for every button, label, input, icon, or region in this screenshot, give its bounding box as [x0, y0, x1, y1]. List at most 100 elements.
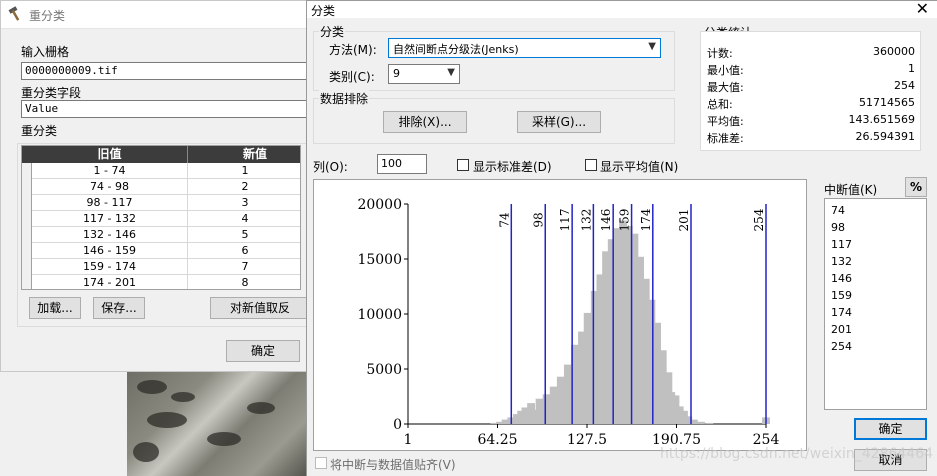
input-raster-field[interactable]: 0000000009.tif	[21, 62, 321, 80]
table-row[interactable]: 74 - 98 2	[22, 179, 300, 195]
new-value-cell[interactable]: 3	[188, 195, 300, 211]
row-handle[interactable]	[22, 259, 32, 275]
histogram-panel[interactable]: 0 5000 10000 15000 20000 1 64.25 127.5 190.75 254…	[313, 179, 807, 451]
classification-title: 分类	[311, 4, 336, 18]
row-header-corner	[22, 146, 32, 163]
break-values-label: 中断值(K)	[824, 183, 878, 197]
old-value-cell[interactable]: 132 - 146	[32, 227, 188, 243]
load-button[interactable]: 加载...	[29, 297, 81, 319]
table-row[interactable]: 117 - 132 4	[22, 211, 300, 227]
new-value-cell[interactable]: 1	[188, 163, 300, 179]
break-value-item[interactable]: 159	[831, 289, 852, 302]
classification-titlebar[interactable]: 分类 ✕	[307, 0, 937, 18]
stat-min: 最小值: 1	[707, 62, 915, 77]
row-handle[interactable]	[22, 195, 32, 211]
old-value-cell[interactable]: 146 - 159	[32, 243, 188, 259]
y-tick-label: 15000	[357, 252, 402, 268]
row-handle[interactable]	[22, 163, 32, 179]
classification-ok-button[interactable]: 确定	[854, 418, 927, 440]
stat-mean: 平均值: 143.651569	[707, 113, 915, 128]
save-button[interactable]: 保存...	[93, 297, 145, 319]
data-exclusion-title: 数据排除	[319, 90, 370, 107]
classes-dropdown[interactable]: 9 ▼	[388, 64, 460, 84]
old-value-cell[interactable]: 74 - 98	[32, 179, 188, 195]
chevron-down-icon: ▼	[447, 67, 455, 78]
old-value-cell[interactable]: 117 - 132	[32, 211, 188, 227]
stat-count: 计数: 360000	[707, 45, 915, 60]
x-tick-label: 64.25	[477, 432, 517, 448]
table-row[interactable]: 174 - 201 8	[22, 275, 300, 289]
classification-dialog: 分类 ✕ 分类 方法(M): 自然间断点分级法(Jenks) ▼ 类别(C): …	[306, 0, 937, 476]
old-value-cell[interactable]: 174 - 201	[32, 275, 188, 289]
break-value-item[interactable]: 74	[831, 204, 845, 217]
show-std-label: 显示标准差(D)	[473, 160, 552, 174]
break-line-label: 174	[639, 208, 653, 231]
new-value-cell[interactable]: 4	[188, 211, 300, 227]
old-value-cell[interactable]: 159 - 174	[32, 259, 188, 275]
row-handle[interactable]	[22, 179, 32, 195]
row-handle[interactable]	[22, 227, 32, 243]
table-row[interactable]: 159 - 174 7	[22, 259, 300, 275]
reclass-field-select[interactable]: Value	[21, 100, 321, 118]
method-label: 方法(M):	[329, 43, 377, 57]
show-mean-checkbox[interactable]	[585, 159, 597, 171]
snap-breaks-checkbox[interactable]	[315, 457, 327, 469]
histogram-bar	[696, 421, 705, 424]
reverse-new-values-button[interactable]: 对新值取反	[210, 297, 310, 319]
table-row[interactable]: 1 - 74 1	[22, 163, 300, 179]
reclass-table-label: 重分类	[21, 124, 58, 138]
reclassify-titlebar[interactable]: 重分类	[1, 1, 319, 29]
break-line-label: 201	[677, 209, 691, 232]
table-row[interactable]: 132 - 146 5	[22, 227, 300, 243]
classes-value: 9	[393, 67, 400, 80]
column-header-new[interactable]: 新值	[188, 146, 300, 163]
close-icon[interactable]: ✕	[916, 0, 929, 18]
input-raster-label: 输入栅格	[21, 45, 70, 59]
sampling-button[interactable]: 采样(G)...	[517, 111, 601, 133]
show-mean-label: 显示平均值(N)	[600, 160, 679, 174]
row-handle[interactable]	[22, 243, 32, 259]
new-value-cell[interactable]: 6	[188, 243, 300, 259]
break-value-item[interactable]: 98	[831, 221, 845, 234]
break-values-list[interactable]: 74 98 117 132 146 159 174 201 254	[824, 198, 927, 410]
break-value-item[interactable]: 117	[831, 238, 852, 251]
classes-label: 类别(C):	[329, 70, 375, 84]
reclassify-ok-button[interactable]: 确定	[226, 340, 300, 362]
new-value-cell[interactable]: 7	[188, 259, 300, 275]
break-line-label: 74	[497, 212, 511, 228]
table-row[interactable]: 98 - 117 3	[22, 195, 300, 211]
row-handle[interactable]	[22, 211, 32, 227]
table-header: 旧值 新值	[22, 146, 300, 163]
new-value-cell[interactable]: 8	[188, 275, 300, 289]
percent-button[interactable]: %	[905, 177, 927, 197]
column-header-old[interactable]: 旧值	[32, 146, 188, 163]
new-value-cell[interactable]: 2	[188, 179, 300, 195]
old-value-cell[interactable]: 98 - 117	[32, 195, 188, 211]
columns-input[interactable]: 100	[377, 154, 427, 174]
break-value-item[interactable]: 132	[831, 255, 852, 268]
break-line-label: 132	[579, 209, 593, 232]
exclusion-button[interactable]: 排除(X)...	[383, 111, 467, 133]
histogram-chart[interactable]: 050001000015000200001 64.25 127.5 190.75 254…	[314, 180, 808, 452]
break-line-label: 254	[752, 208, 766, 231]
statistics-panel: 计数: 360000 最小值: 1 最大值: 254 总和: 51714565 平均值:…	[700, 31, 921, 151]
old-value-cell[interactable]: 1 - 74	[32, 163, 188, 179]
row-handle[interactable]	[22, 275, 32, 289]
y-tick-label: 10000	[357, 307, 402, 323]
break-value-item[interactable]: 254	[831, 340, 852, 353]
stat-max: 最大值: 254	[707, 79, 915, 94]
hammer-icon	[7, 6, 25, 25]
snap-breaks-label: 将中断与数据值贴齐(V)	[330, 458, 456, 472]
method-dropdown[interactable]: 自然间断点分级法(Jenks) ▼	[388, 38, 661, 58]
show-std-checkbox[interactable]	[457, 159, 469, 171]
break-value-item[interactable]: 201	[831, 323, 852, 336]
break-value-item[interactable]: 174	[831, 306, 852, 319]
chevron-down-icon: ▼	[648, 41, 656, 52]
method-value: 自然间断点分级法(Jenks)	[393, 43, 519, 56]
reclass-table[interactable]: 旧值 新值 1 - 74 1 74 - 98 2 98 - 117 3 117 - 1…	[21, 145, 301, 290]
new-value-cell[interactable]: 5	[188, 227, 300, 243]
table-row[interactable]: 146 - 159 6	[22, 243, 300, 259]
reclassify-dialog: 重分类 输入栅格 0000000009.tif 重分类字段 Value 重分类 …	[0, 0, 321, 372]
break-value-item[interactable]: 146	[831, 272, 852, 285]
y-tick-label: 0	[393, 417, 402, 433]
